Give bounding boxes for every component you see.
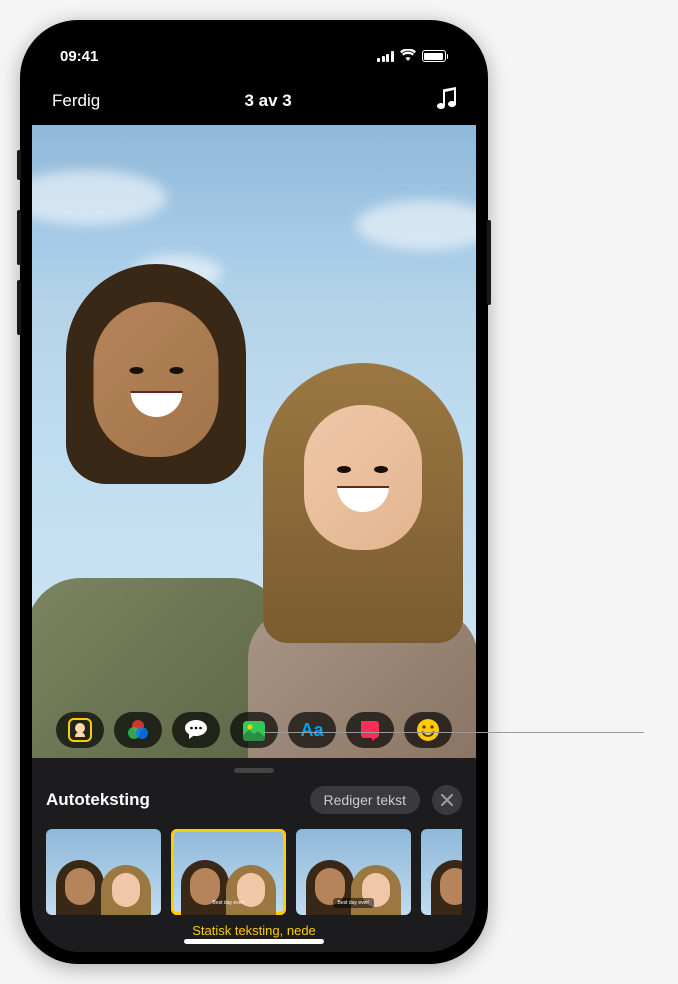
drag-handle[interactable] (234, 768, 274, 773)
caption-header: Autoteksting Rediger tekst (46, 779, 462, 829)
caption-style-option-selected[interactable]: Best day ever! (171, 829, 286, 915)
stickers-icon (241, 719, 267, 741)
music-button[interactable] (436, 86, 456, 115)
app-content: Ferdig 3 av 3 (32, 32, 476, 952)
music-note-icon (436, 86, 456, 110)
caption-preview-text: Best day ever! (208, 898, 250, 908)
volume-down-button (17, 280, 21, 335)
close-panel-button[interactable] (432, 785, 462, 815)
memoji-icon (67, 717, 93, 743)
phone-device-frame: 09:41 Ferdig 3 av 3 (20, 20, 488, 964)
mute-switch (17, 150, 21, 180)
sky-decoration (32, 170, 167, 225)
status-right (377, 48, 448, 65)
screen: 09:41 Ferdig 3 av 3 (32, 32, 476, 952)
edit-text-button[interactable]: Rediger tekst (310, 786, 420, 814)
effects-toolbar: Aa (32, 712, 476, 748)
caption-style-option[interactable]: Best day ever! (296, 829, 411, 915)
photo-counter: 3 av 3 (244, 91, 291, 111)
caption-style-option[interactable] (46, 829, 161, 915)
battery-icon (422, 50, 449, 62)
callout-leader-line (264, 732, 644, 733)
wifi-icon (400, 48, 416, 65)
memoji-button[interactable] (56, 712, 104, 748)
side-button (487, 220, 491, 305)
home-indicator[interactable] (184, 939, 324, 944)
caption-style-thumbnails[interactable]: Best day ever! Best day ever! (46, 829, 462, 915)
notch (154, 32, 354, 64)
stickers-button[interactable] (230, 712, 278, 748)
person-right (230, 363, 476, 758)
text-button[interactable]: Aa (288, 712, 336, 748)
speech-bubble-button[interactable] (172, 712, 220, 748)
emoji-button[interactable] (404, 712, 452, 748)
filters-button[interactable] (114, 712, 162, 748)
photo-content (32, 264, 476, 758)
caption-style-option[interactable] (421, 829, 462, 915)
caption-preview-text: Best day ever! (333, 898, 375, 908)
selected-style-label: Statisk teksting, nede (46, 923, 462, 938)
speech-bubble-icon (184, 719, 208, 741)
text-icon: Aa (300, 720, 323, 741)
caption-panel: Autoteksting Rediger tekst Best day (32, 758, 476, 952)
close-icon (441, 794, 453, 806)
volume-up-button (17, 210, 21, 265)
status-time: 09:41 (60, 48, 98, 65)
emoji-icon (416, 718, 440, 742)
caption-panel-title: Autoteksting (46, 790, 150, 810)
shapes-icon (358, 719, 382, 741)
shapes-button[interactable] (346, 712, 394, 748)
sky-decoration (356, 200, 476, 250)
done-button[interactable]: Ferdig (52, 91, 100, 111)
cellular-signal-icon (377, 50, 394, 62)
filters-icon (125, 717, 151, 743)
main-photo-viewer[interactable]: Aa (32, 125, 476, 758)
